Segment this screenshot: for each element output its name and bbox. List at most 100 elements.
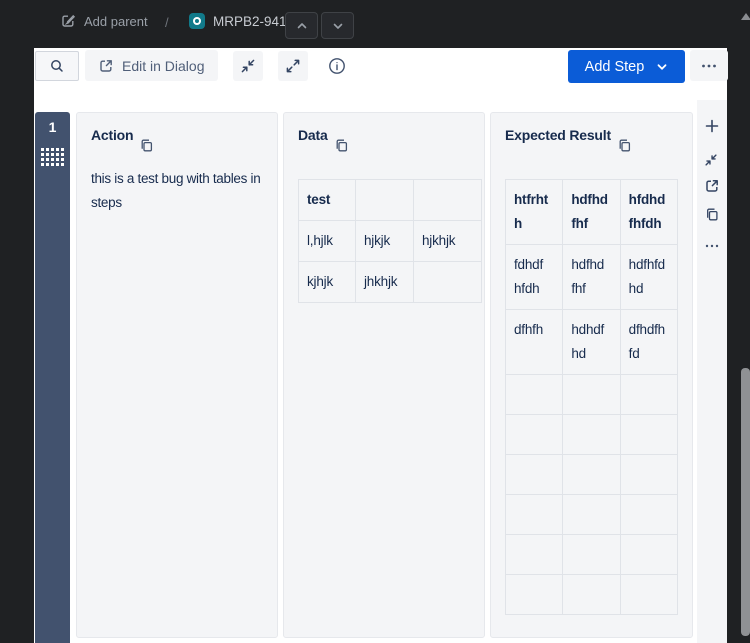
- table-header-cell: hdfhd fhf: [563, 180, 620, 245]
- table-row: dfhfhhdhdf hddfhdfh fd: [506, 310, 678, 375]
- table-cell: [506, 535, 563, 575]
- info-icon: [327, 56, 347, 76]
- copy-action-button[interactable]: [139, 138, 153, 153]
- action-label: Action: [91, 125, 133, 145]
- table-row: [506, 575, 678, 615]
- table-cell: kjhjk: [299, 262, 356, 303]
- chevron-down-icon: [331, 19, 345, 33]
- step-number-strip: 1: [35, 112, 70, 643]
- edit-in-dialog-button[interactable]: Edit in Dialog: [85, 50, 218, 81]
- top-navigation-bar: Add parent / MRPB2-94152: [0, 0, 750, 48]
- step-table: htfrht hhdfhd fhfhfdhd fhfdhfdhdf hfdhhd…: [505, 179, 678, 615]
- table-header-cell: htfrht h: [506, 180, 563, 245]
- collapse-step-button[interactable]: [704, 152, 720, 168]
- more-horizontal-icon: [700, 58, 718, 74]
- table-row: [506, 535, 678, 575]
- table-cell: [506, 495, 563, 535]
- scrollbar-thumb[interactable]: [741, 368, 750, 636]
- table-cell: [563, 535, 620, 575]
- data-field[interactable]: Data testl,hjlkhjkjkhjkhjkkjhjkjhkhjk: [283, 112, 485, 638]
- table-cell: [414, 262, 482, 303]
- table-cell: [620, 575, 677, 615]
- search-icon: [49, 58, 65, 74]
- expand-icon: [285, 58, 301, 74]
- add-step-button[interactable]: Add Step: [568, 50, 685, 83]
- edit-in-dialog-label: Edit in Dialog: [122, 58, 205, 74]
- table-cell: [506, 575, 563, 615]
- add-step-label: Add Step: [585, 59, 645, 75]
- table-header-row: test: [299, 180, 482, 221]
- collapse-all-button[interactable]: [233, 51, 263, 81]
- table-cell: [620, 495, 677, 535]
- copy-icon: [334, 138, 348, 153]
- table-cell: dfhdfh fd: [620, 310, 677, 375]
- search-input[interactable]: [35, 51, 79, 81]
- table-cell: [563, 495, 620, 535]
- table-row: kjhjkjhkhjk: [299, 262, 482, 303]
- copy-expected-result-button[interactable]: [617, 138, 631, 153]
- table-cell: [563, 455, 620, 495]
- open-step-in-dialog-button[interactable]: [704, 178, 720, 194]
- table-row: [506, 375, 678, 415]
- table-row: fdhdf hfdhhdfhd fhfhdfhfd hd: [506, 245, 678, 310]
- chevron-up-icon: [295, 19, 309, 33]
- table-cell: [620, 455, 677, 495]
- expected-result-label: Expected Result: [505, 125, 611, 145]
- table-cell: [620, 415, 677, 455]
- copy-icon: [704, 207, 720, 222]
- step-number: 1: [49, 119, 57, 135]
- step-table: testl,hjlkhjkjkhjkhjkkjhjkjhkhjk: [298, 179, 482, 303]
- expected-result-field[interactable]: Expected Result htfrht hhdfhd fhfhfdhd f…: [490, 112, 693, 638]
- info-button[interactable]: [327, 56, 347, 76]
- table-row: [506, 415, 678, 455]
- copy-step-button[interactable]: [704, 206, 720, 222]
- action-field[interactable]: Action this is a test bug with tables in…: [76, 112, 278, 638]
- table-cell: [620, 375, 677, 415]
- table-cell: [563, 375, 620, 415]
- table-cell: [506, 455, 563, 495]
- steps-editor-panel: Edit in Dialog Add Step: [34, 48, 727, 643]
- collapse-icon: [240, 58, 256, 74]
- table-header-row: htfrht hhdfhd fhfhfdhd fhfdh: [506, 180, 678, 245]
- table-cell: dfhfh: [506, 310, 563, 375]
- copy-icon: [139, 138, 153, 153]
- table-header-cell: test: [299, 180, 356, 221]
- table-cell: [563, 575, 620, 615]
- expand-all-button[interactable]: [278, 51, 308, 81]
- table-row: [506, 455, 678, 495]
- breadcrumb-separator: /: [165, 15, 169, 30]
- step-actions-rail: [697, 100, 727, 643]
- more-options-button[interactable]: [690, 50, 728, 81]
- table-cell: fdhdf hfdh: [506, 245, 563, 310]
- open-dialog-icon: [704, 178, 720, 194]
- table-cell: hjkhjk: [414, 221, 482, 262]
- add-step-inline-button[interactable]: [704, 118, 720, 134]
- copy-data-button[interactable]: [334, 138, 348, 153]
- edit-pencil-icon: [60, 13, 76, 29]
- step-more-options-button[interactable]: [704, 238, 720, 254]
- next-item-button[interactable]: [321, 12, 354, 39]
- table-cell: hdfhfd hd: [620, 245, 677, 310]
- table-cell: [620, 535, 677, 575]
- table-cell: [563, 415, 620, 455]
- table-cell: [506, 415, 563, 455]
- chevron-down-icon: [656, 61, 668, 73]
- plus-icon: [704, 118, 720, 134]
- action-text: this is a test bug with tables in steps: [91, 167, 275, 215]
- copy-icon: [617, 138, 631, 153]
- table-cell: hdfhd fhf: [563, 245, 620, 310]
- table-cell: [506, 375, 563, 415]
- previous-item-button[interactable]: [285, 12, 318, 39]
- table-row: l,hjlkhjkjkhjkhjk: [299, 221, 482, 262]
- scrollbar-up-arrow[interactable]: [741, 13, 750, 20]
- drag-handle-icon[interactable]: [41, 148, 64, 166]
- table-cell: hjkjk: [356, 221, 414, 262]
- table-header-cell: [356, 180, 414, 221]
- open-dialog-icon: [98, 58, 114, 74]
- table-header-cell: hfdhd fhfdh: [620, 180, 677, 245]
- table-cell: hdhdf hd: [563, 310, 620, 375]
- add-parent-button[interactable]: Add parent: [60, 13, 148, 29]
- more-horizontal-icon: [704, 239, 720, 253]
- issue-type-icon: [189, 13, 205, 29]
- add-parent-label: Add parent: [84, 14, 148, 29]
